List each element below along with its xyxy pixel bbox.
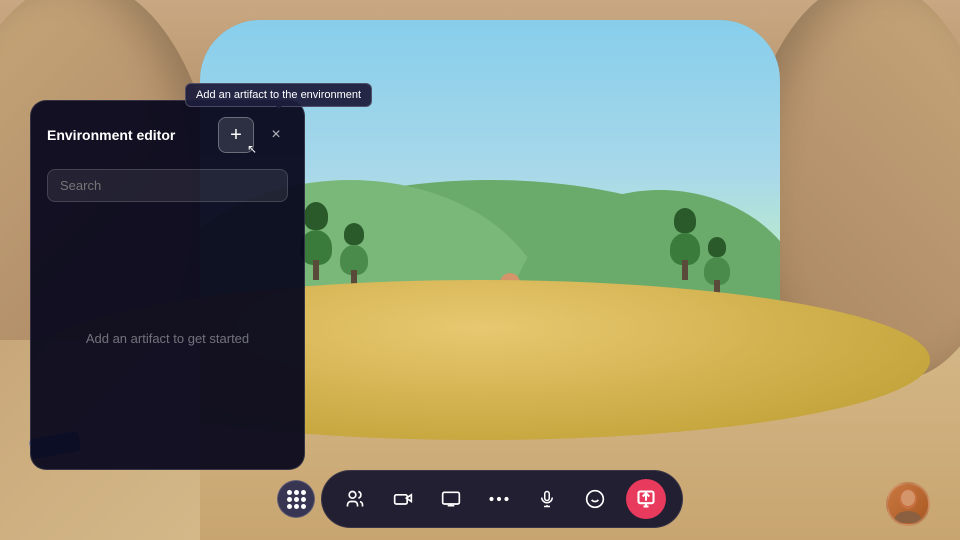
avatar-portrait bbox=[891, 485, 925, 523]
emoji-icon bbox=[585, 489, 605, 509]
toolbar-pill bbox=[321, 470, 683, 528]
bottom-toolbar bbox=[277, 470, 683, 528]
more-button[interactable] bbox=[482, 482, 516, 516]
grid-icon bbox=[287, 490, 306, 509]
tree-right bbox=[670, 208, 700, 280]
tree-right2 bbox=[704, 237, 730, 295]
avatar-corner-button[interactable] bbox=[886, 482, 930, 526]
people-icon bbox=[345, 489, 365, 509]
mic-button[interactable] bbox=[530, 482, 564, 516]
search-input[interactable] bbox=[47, 169, 288, 202]
tooltip: Add an artifact to the environment bbox=[185, 83, 372, 107]
camera-button[interactable] bbox=[386, 482, 420, 516]
apps-button[interactable] bbox=[277, 480, 315, 518]
panel-empty-state: Add an artifact to get started bbox=[47, 218, 288, 458]
screen-icon bbox=[441, 489, 461, 509]
camera-icon bbox=[393, 489, 413, 509]
panel-header: Environment editor + ↖ × bbox=[47, 117, 288, 153]
mic-icon bbox=[538, 489, 556, 509]
people-button[interactable] bbox=[338, 482, 372, 516]
tree-left2 bbox=[340, 223, 368, 285]
add-artifact-button[interactable]: + ↖ bbox=[218, 117, 254, 153]
more-icon bbox=[489, 496, 509, 502]
environment-editor-panel: Environment editor + ↖ × Add an artifact… bbox=[30, 100, 305, 470]
panel-actions: + ↖ × bbox=[218, 117, 288, 153]
panel-title: Environment editor bbox=[47, 127, 175, 143]
screen-share-button[interactable] bbox=[434, 482, 468, 516]
emoji-button[interactable] bbox=[578, 482, 612, 516]
close-panel-button[interactable]: × bbox=[264, 123, 288, 147]
share-icon bbox=[636, 489, 656, 509]
cursor-icon: ↖ bbox=[247, 142, 257, 156]
share-active-button[interactable] bbox=[626, 479, 666, 519]
